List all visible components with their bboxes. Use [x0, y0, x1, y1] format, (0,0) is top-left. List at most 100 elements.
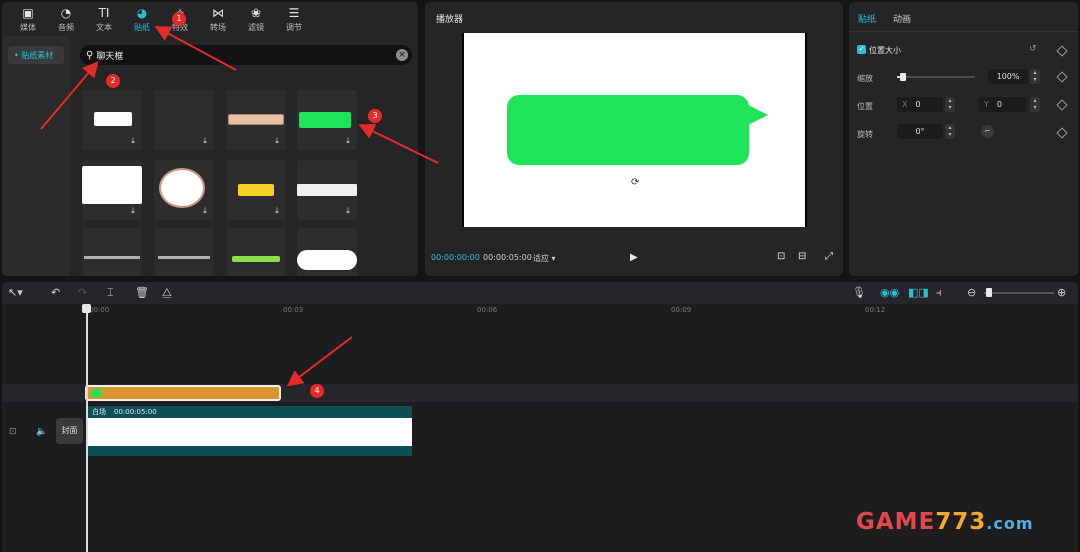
zoom-out-icon[interactable]: ⊖ [967, 286, 976, 299]
delete-icon[interactable]: 🗑 [135, 286, 149, 299]
play-icon[interactable]: ▶ [630, 252, 638, 263]
video-track-icon: ⊡ [9, 427, 17, 437]
scale-stepper[interactable]: ▴ ▾ [1030, 69, 1040, 84]
preview-axis-icon[interactable]: ⫞ [936, 286, 942, 300]
sticker-preview [158, 256, 210, 259]
sidebar-item-sticker-material[interactable]: • 贴纸素材 [8, 46, 64, 64]
rotation-stepper[interactable]: ▴ ▾ [945, 124, 955, 139]
flip-icon[interactable]: ⌐ [981, 125, 994, 138]
sticker-tile[interactable]: ⤓ [82, 160, 142, 220]
mirror-icon[interactable]: ⧋ [162, 286, 172, 300]
tab-text[interactable]: TI 文本 [84, 2, 124, 36]
waveform-icon[interactable]: ⊡ [777, 251, 785, 262]
tab-filter[interactable]: ❀ 滤镜 [236, 2, 276, 36]
keyframe-icon[interactable] [1056, 71, 1068, 83]
transition-icon: ⋈ [212, 5, 224, 20]
download-icon[interactable]: ⤓ [128, 206, 138, 216]
original-ratio-icon[interactable]: ⊟ [798, 251, 806, 262]
sticker-tile[interactable]: ⤓ [154, 160, 214, 220]
sticker-tile[interactable]: ⤓ [226, 160, 286, 220]
track-mute-icon[interactable]: 🔈 [36, 427, 47, 437]
sticker-tile[interactable]: ⤓ [226, 90, 286, 150]
redo-icon[interactable]: ↷ [78, 286, 87, 299]
split-icon[interactable]: ⌶ [107, 286, 114, 300]
watermark-logo: GAME773.com [856, 509, 1034, 535]
sticker-tile[interactable]: ⤓ [154, 90, 214, 150]
position-size-checkbox[interactable]: ✓ [857, 45, 866, 54]
ruler-tick: 00:06 [477, 306, 498, 314]
sticker-tile[interactable]: ⤓ [297, 160, 357, 220]
keyframe-icon[interactable] [1056, 99, 1068, 111]
annotation-badge-2: 2 [106, 74, 120, 88]
video-clip[interactable]: 白场 00:00:05:00 [88, 406, 412, 456]
download-icon[interactable]: ⤓ [272, 206, 282, 216]
download-icon[interactable]: ⤓ [200, 136, 210, 146]
sticker-tile[interactable] [297, 228, 357, 276]
zoom-slider[interactable] [984, 292, 1054, 294]
preview-canvas[interactable]: ⟳ [462, 33, 807, 227]
position-x-field[interactable]: X0 [897, 97, 943, 112]
chat-bubble-tail [748, 105, 768, 125]
audio-icon: ◔ [60, 5, 72, 20]
auto-snap-icon[interactable]: ◧◨ [908, 286, 929, 299]
main-track-magnet-icon[interactable]: ◉◉ [880, 286, 899, 299]
current-timecode: 00:00:00:00 [431, 253, 480, 262]
scale-slider-handle[interactable] [900, 73, 907, 81]
zoom-slider-handle[interactable] [986, 288, 992, 297]
keyframe-icon[interactable] [1056, 45, 1068, 57]
sticker-tile[interactable] [82, 228, 142, 276]
sticker-tile[interactable]: ⤓ [297, 90, 357, 150]
library-sidebar: • 贴纸素材 [2, 36, 70, 276]
fullscreen-icon[interactable]: ⤢ [825, 251, 833, 262]
playhead-handle[interactable] [82, 304, 91, 313]
sticker-clip[interactable] [85, 385, 281, 401]
tab-animation[interactable]: 动画 [893, 12, 911, 25]
sticker-tile[interactable] [226, 228, 286, 276]
sticker-preview [82, 166, 142, 204]
download-icon[interactable]: ⤓ [128, 136, 138, 146]
sticker-tile[interactable]: ⤓ [82, 90, 142, 150]
download-icon[interactable]: ⤓ [200, 206, 210, 216]
sticker-preview [228, 114, 284, 125]
search-input[interactable]: ⚲ 聊天框 × [80, 45, 412, 65]
ratio-dropdown[interactable]: 适应 ▾ [533, 253, 556, 264]
search-icon: ⚲ [86, 49, 94, 61]
sticker-icon: ◕ [136, 5, 148, 20]
ruler-tick: 00:03 [283, 306, 304, 314]
sticker-preview [299, 112, 351, 128]
annotation-badge-1: 1 [172, 12, 186, 26]
tab-media[interactable]: ▣ 媒体 [8, 2, 48, 36]
keyframe-icon[interactable] [1056, 127, 1068, 139]
tab-transition[interactable]: ⋈ 转场 [198, 2, 238, 36]
ruler-tick: 00:09 [671, 306, 692, 314]
scale-slider-track[interactable] [897, 76, 975, 78]
undo-icon[interactable]: ↶ [51, 286, 60, 299]
position-y-field[interactable]: Y0 [979, 97, 1027, 112]
select-tool-icon[interactable]: ↖▾ [8, 286, 23, 299]
section-title: 位置大小 [869, 46, 901, 55]
clear-search-icon[interactable]: × [396, 49, 408, 61]
reset-icon[interactable]: ↺ [1029, 44, 1037, 54]
tab-sticker-props[interactable]: 贴纸 [858, 12, 876, 25]
download-icon[interactable]: ⤓ [343, 136, 353, 146]
position-label: 位置 [857, 102, 873, 111]
tab-adjust[interactable]: ☰ 调节 [274, 2, 314, 36]
chat-bubble-sticker[interactable] [507, 95, 749, 165]
sticker-tile[interactable] [154, 228, 214, 276]
position-y-stepper[interactable]: ▴ ▾ [1030, 97, 1040, 112]
scale-field[interactable]: 100% [988, 69, 1028, 84]
download-icon[interactable]: ⤓ [343, 206, 353, 216]
zoom-in-icon[interactable]: ⊕ [1057, 286, 1066, 299]
cover-button[interactable]: 封面 [56, 418, 83, 444]
tab-audio[interactable]: ◔ 音频 [46, 2, 86, 36]
rotate-handle-icon[interactable]: ⟳ [631, 177, 639, 188]
playhead[interactable] [86, 304, 88, 552]
microphone-icon[interactable]: 🎙 [852, 286, 866, 299]
sticker-preview [232, 256, 280, 262]
tab-sticker[interactable]: ◕ 贴纸 [122, 2, 162, 36]
sticker-preview [297, 184, 357, 196]
library-panel: ▣媒体 ◔音频 TI文本 ◕贴纸 ✧特效 ⋈转场 ❀滤镜 ☰调节 • 贴纸素材 … [2, 2, 418, 276]
position-x-stepper[interactable]: ▴ ▾ [945, 97, 955, 112]
rotation-field[interactable]: 0° [897, 124, 943, 139]
download-icon[interactable]: ⤓ [272, 136, 282, 146]
